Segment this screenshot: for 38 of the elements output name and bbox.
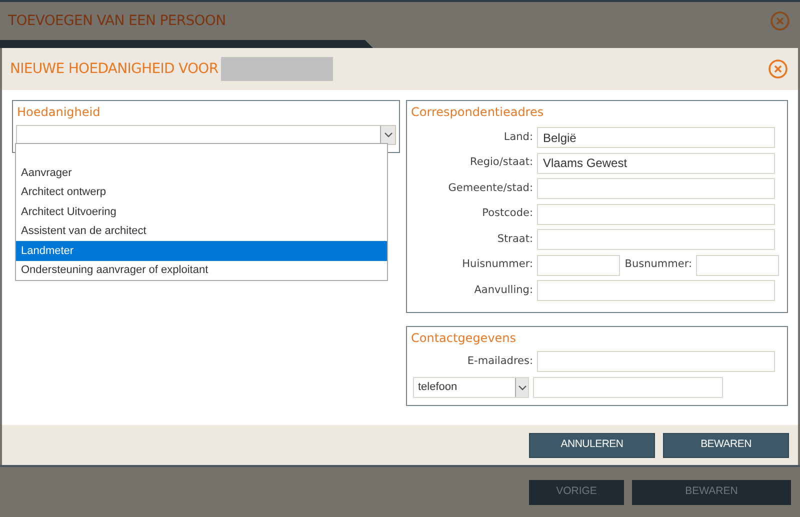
text-field[interactable]: [537, 178, 775, 199]
chevron-down-icon: [384, 132, 392, 138]
list-option[interactable]: Assistent van de architect: [16, 222, 387, 241]
dialog-button[interactable]: ANNULEREN: [529, 432, 655, 458]
panel-legend: Hoedanigheid: [16, 103, 396, 121]
window-title: TOEVOEGEN VAN EEN PERSOON: [8, 12, 226, 30]
dialog-title: NIEUWE HOEDANIGHEID VOOR: [10, 60, 218, 78]
text-field[interactable]: [537, 204, 775, 224]
text-field[interactable]: [537, 229, 775, 250]
field-label: Land:: [502, 130, 533, 145]
text-field[interactable]: Vlaams Gewest: [537, 152, 775, 174]
list-option[interactable]: Ondersteuning aanvrager of exploitant: [16, 260, 387, 280]
dialog-button[interactable]: BEWAREN: [663, 432, 789, 458]
field-label: E-mailadres:: [466, 354, 533, 369]
field-label: Straat:: [496, 232, 533, 247]
list-option[interactable]: Architect Uitvoering: [16, 202, 387, 222]
field-label: Busnummer:: [624, 257, 692, 272]
close-icon[interactable]: [768, 59, 788, 79]
capacity-select[interactable]: [16, 125, 396, 145]
text-field[interactable]: [537, 280, 775, 301]
field-label: Aanvulling:: [473, 282, 533, 298]
text-field[interactable]: [537, 254, 620, 276]
field-label: Postcode:: [481, 206, 533, 222]
text-field[interactable]: [537, 351, 775, 372]
field-label: Regio/staat:: [469, 155, 533, 170]
list-option[interactable]: Architect ontwerp: [16, 182, 387, 202]
list-option[interactable]: Landmeter: [16, 241, 387, 260]
close-icon[interactable]: [770, 11, 790, 31]
panel-legend: Correspondentieadres: [411, 103, 783, 121]
field-label: Huisnummer:: [461, 257, 533, 272]
list-option[interactable]: Aanvrager: [16, 163, 387, 182]
phone-type-select[interactable]: telefoon: [413, 377, 529, 398]
text-field[interactable]: [696, 254, 779, 276]
text-field[interactable]: [533, 377, 723, 398]
field-label: Gemeente/stad:: [447, 180, 533, 196]
chevron-down-icon: [518, 384, 526, 390]
text-field[interactable]: België: [537, 127, 775, 148]
panel-legend: Contactgegevens: [411, 329, 783, 347]
